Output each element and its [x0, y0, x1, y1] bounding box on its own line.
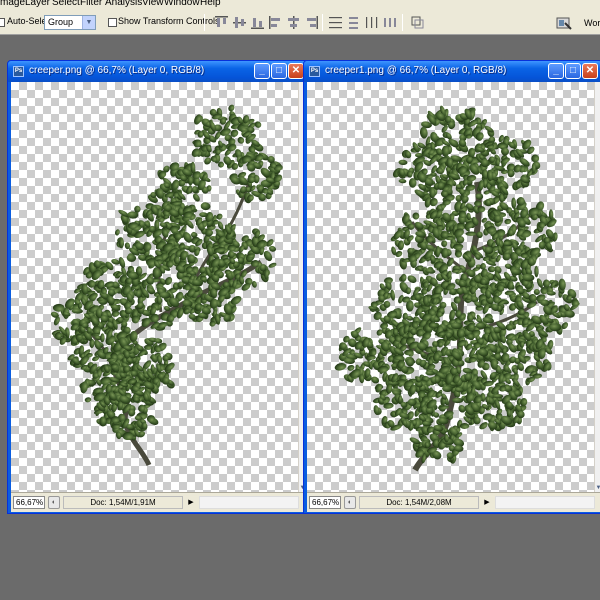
- distribute-bottom-icon[interactable]: [364, 15, 379, 30]
- chevron-down-icon: ▼: [82, 16, 95, 29]
- auto-select-checkbox[interactable]: [0, 18, 5, 27]
- canvas[interactable]: [11, 82, 298, 492]
- leaf: [84, 397, 92, 403]
- status-menu-arrow-icon[interactable]: ▶: [482, 496, 492, 509]
- menu-window[interactable]: Window: [164, 0, 200, 9]
- leaf: [454, 250, 463, 258]
- align-left-edges-icon[interactable]: [268, 15, 283, 30]
- zoom-field[interactable]: 66,67%: [13, 496, 45, 509]
- leaf: [192, 193, 200, 202]
- close-button[interactable]: ✕: [582, 63, 598, 79]
- window-title-bar[interactable]: Ps creeper1.png @ 66,7% (Layer 0, RGB/8)…: [304, 61, 600, 82]
- creeper-plant-image: [334, 105, 580, 472]
- leaf: [520, 398, 528, 407]
- leaf: [511, 197, 517, 209]
- menu-help[interactable]: Help: [200, 0, 221, 9]
- window-title-bar[interactable]: Ps creeper.png @ 66,7% (Layer 0, RGB/8) …: [8, 61, 308, 82]
- auto-align-layers-icon[interactable]: [410, 15, 425, 30]
- document-size-info: Doc: 1,54M/2,08M: [359, 496, 479, 509]
- menu-analysis[interactable]: Analysis: [105, 0, 142, 9]
- vertical-scrollbar[interactable]: ▼: [594, 82, 600, 492]
- status-bar: 66,67% ◐ Doc: 1,54M/2,08M ▶: [307, 492, 600, 512]
- document-client: ▼ 66,67% ◐ Doc: 1,54M/1,91M ▶: [11, 82, 305, 512]
- leaf: [419, 127, 428, 139]
- maximize-button[interactable]: □: [565, 63, 581, 79]
- zoom-field[interactable]: 66,67%: [309, 496, 341, 509]
- leaf: [100, 333, 105, 343]
- canvas[interactable]: [307, 82, 594, 492]
- creeper-plant-image: [50, 104, 283, 467]
- leaf: [398, 159, 408, 166]
- menu-view[interactable]: View: [142, 0, 164, 9]
- align-vertical-centers-icon[interactable]: [232, 15, 247, 30]
- leaf: [200, 202, 211, 211]
- leaf: [515, 182, 521, 189]
- workspace-icon: [556, 15, 572, 31]
- leaf: [254, 121, 262, 128]
- menu-filter[interactable]: Filter: [80, 0, 102, 9]
- toolbar-separator: [204, 14, 205, 31]
- status-bar: 66,67% ◐ Doc: 1,54M/1,91M ▶: [11, 492, 305, 512]
- close-button[interactable]: ✕: [288, 63, 304, 79]
- leaf: [441, 240, 448, 247]
- workspace-button[interactable]: Work: [554, 13, 600, 33]
- document-size-info: Doc: 1,54M/1,91M: [63, 496, 183, 509]
- menu-select[interactable]: Select: [52, 0, 80, 9]
- toolbar-separator: [322, 14, 323, 31]
- leaf: [228, 104, 235, 112]
- document-window-1[interactable]: Ps creeper.png @ 66,7% (Layer 0, RGB/8) …: [7, 60, 309, 514]
- leaf: [504, 218, 512, 225]
- status-info-icon[interactable]: ◐: [48, 496, 60, 509]
- show-transform-checkbox[interactable]: [108, 18, 117, 27]
- window-title: creeper.png @ 66,7% (Layer 0, RGB/8): [29, 65, 205, 76]
- leaf: [507, 228, 514, 237]
- leaf: [536, 278, 543, 288]
- leaf: [415, 153, 424, 158]
- leaf: [268, 262, 277, 268]
- leaf: [334, 363, 347, 371]
- status-info-icon[interactable]: ◐: [344, 496, 356, 509]
- align-right-edges-icon[interactable]: [304, 15, 319, 30]
- photoshop-icon: Ps: [309, 66, 320, 77]
- distribute-left-icon[interactable]: [382, 15, 397, 30]
- distribute-top-icon[interactable]: [328, 15, 343, 30]
- menu-layer[interactable]: Layer: [25, 0, 50, 9]
- menu-image[interactable]: mage: [0, 0, 25, 9]
- leaf: [534, 265, 539, 278]
- status-menu-arrow-icon[interactable]: ▶: [186, 496, 196, 509]
- document-window-2[interactable]: Ps creeper1.png @ 66,7% (Layer 0, RGB/8)…: [303, 60, 600, 514]
- leaf: [407, 275, 417, 284]
- horizontal-scrollbar[interactable]: [199, 496, 299, 509]
- minimize-button[interactable]: _: [254, 63, 270, 79]
- leaf: [390, 289, 396, 301]
- minimize-button[interactable]: _: [548, 63, 564, 79]
- auto-select-value: Group: [48, 17, 74, 27]
- auto-select-dropdown[interactable]: Group ▼: [44, 15, 96, 30]
- leaf: [406, 171, 413, 178]
- document-client: ▼ 66,67% ◐ Doc: 1,54M/2,08M ▶: [307, 82, 600, 512]
- options-bar: Auto-Select: Group ▼ Show Transform Cont…: [0, 10, 600, 35]
- align-top-edges-icon[interactable]: [214, 15, 229, 30]
- toolbar-separator: [402, 14, 403, 31]
- menu-bar: mage Layer Select Filter Analysis View W…: [0, 0, 600, 10]
- workspace-label: Work: [584, 18, 600, 28]
- leaf: [114, 229, 120, 236]
- distribute-vertical-centers-icon[interactable]: [346, 15, 361, 30]
- window-title: creeper1.png @ 66,7% (Layer 0, RGB/8): [325, 65, 507, 76]
- photoshop-icon: Ps: [13, 66, 24, 77]
- scroll-down-icon[interactable]: ▼: [595, 485, 600, 492]
- leaf: [190, 232, 198, 238]
- leaf: [412, 212, 420, 220]
- leaf: [531, 154, 540, 163]
- maximize-button[interactable]: □: [271, 63, 287, 79]
- leaf: [398, 178, 407, 184]
- leaf: [487, 266, 496, 273]
- align-bottom-edges-icon[interactable]: [250, 15, 265, 30]
- align-horizontal-centers-icon[interactable]: [286, 15, 301, 30]
- horizontal-scrollbar[interactable]: [495, 496, 595, 509]
